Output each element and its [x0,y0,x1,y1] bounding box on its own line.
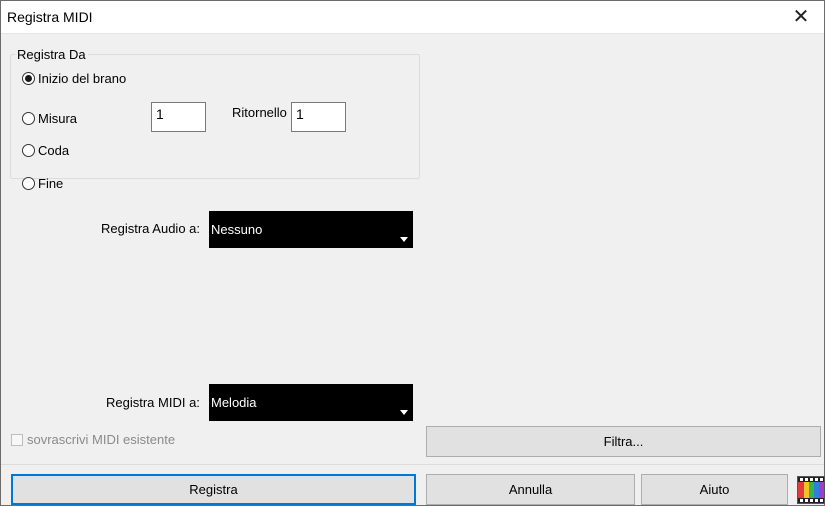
radio-bar-label: Misura [38,111,78,126]
radio-coda-label: Coda [38,143,70,158]
repeat-number-input[interactable]: 1 [291,102,346,132]
bar-number-input[interactable]: 1 [151,102,206,132]
cancel-button[interactable]: Annulla [426,474,635,505]
record-midi-label: Registra MIDI a: [106,395,200,410]
radio-end[interactable]: Fine [22,176,63,191]
record-midi-value: Melodia [211,395,257,410]
overwrite-midi-option: sovrascrivi MIDI esistente [11,432,175,447]
radio-song-start[interactable]: Inizio del brano [22,71,126,86]
dialog-title: Registra MIDI [7,9,93,25]
filter-button[interactable]: Filtra... [426,426,821,457]
repeat-label: Ritornello [232,105,287,120]
record-midi-dropdown[interactable]: Melodia [209,384,413,421]
radio-coda-indicator[interactable] [22,144,35,157]
record-from-group-title: Registra Da [15,47,88,62]
record-button[interactable]: Registra [11,474,416,505]
chevron-down-icon [400,237,408,242]
overwrite-midi-label: sovrascrivi MIDI esistente [27,432,176,447]
radio-coda[interactable]: Coda [22,143,69,158]
record-audio-value: Nessuno [211,222,263,237]
color-palette-icon-graphic [798,477,824,503]
record-audio-label: Registra Audio a: [101,221,201,236]
help-button[interactable]: Aiuto [641,474,788,505]
radio-song-start-label: Inizio del brano [38,71,127,86]
radio-end-label: Fine [38,176,64,191]
overwrite-midi-checkbox [11,433,23,446]
separator [1,464,824,465]
close-icon[interactable]: ✕ [778,1,824,33]
radio-bar-indicator[interactable] [22,112,35,125]
record-midi-dialog: Registra MIDI ✕ Registra Da Inizio del b… [0,0,825,506]
chevron-down-icon [400,410,408,415]
color-palette-icon[interactable] [797,476,825,504]
radio-song-start-indicator[interactable] [22,72,35,85]
title-bar: Registra MIDI ✕ [1,1,824,34]
radio-bar[interactable]: Misura [22,111,77,126]
radio-end-indicator[interactable] [22,177,35,190]
record-audio-dropdown[interactable]: Nessuno [209,211,413,248]
